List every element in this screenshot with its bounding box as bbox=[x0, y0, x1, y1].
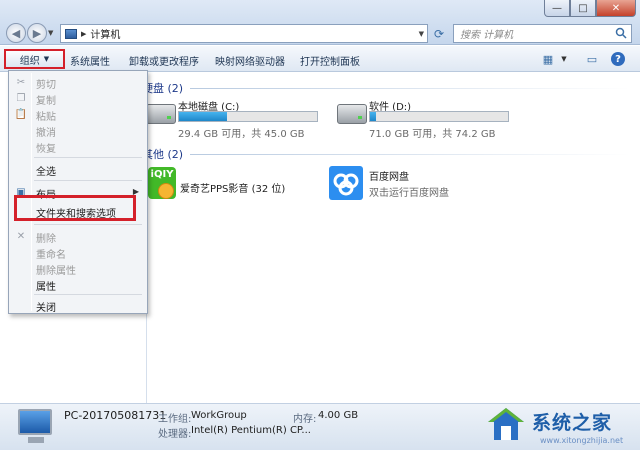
menu-item-remove-properties[interactable]: 删除属性 bbox=[11, 260, 145, 277]
menu-item-undo[interactable]: 撤消 bbox=[11, 122, 145, 139]
minimize-button[interactable]: — bbox=[544, 0, 570, 17]
menu-separator bbox=[34, 294, 142, 295]
menu-item-close[interactable]: 关闭 bbox=[11, 297, 145, 314]
forward-button[interactable]: ▶ bbox=[27, 23, 47, 43]
menu-separator bbox=[34, 224, 142, 225]
menu-item-properties[interactable]: 属性 bbox=[11, 276, 145, 293]
hard-drive-icon bbox=[337, 104, 367, 124]
view-options-dropdown-icon[interactable]: ▼ bbox=[556, 51, 572, 67]
menu-item-cut-label: 剪切 bbox=[36, 80, 56, 91]
group-header-other[interactable]: 其他 (2) bbox=[142, 146, 183, 162]
drive-d[interactable]: 软件 (D:) 71.0 GB 可用，共 74.2 GB bbox=[337, 98, 517, 140]
menu-item-copy[interactable]: ❐ 复制 bbox=[11, 90, 145, 108]
menu-item-paste[interactable]: 📋 粘贴 bbox=[11, 106, 145, 124]
menu-item-redo-label: 恢复 bbox=[36, 144, 56, 155]
paste-icon: 📋 bbox=[14, 108, 28, 120]
maximize-button[interactable]: □ bbox=[570, 0, 596, 17]
navigation-buttons: ◀ ▶ ▼ bbox=[6, 23, 58, 43]
cpu-value: Intel(R) Pentium(R) CP... bbox=[191, 425, 311, 436]
app-iqiyi-name[interactable]: 爱奇艺PPS影音 (32 位) bbox=[180, 180, 285, 195]
back-arrow-icon: ◀ bbox=[11, 26, 21, 40]
map-network-drive-button[interactable]: 映射网络驱动器 bbox=[215, 53, 285, 68]
menu-item-undo-label: 撤消 bbox=[36, 128, 56, 139]
copy-icon: ❐ bbox=[16, 92, 26, 104]
chevron-down-icon: ▼ bbox=[43, 55, 50, 63]
system-properties-button[interactable]: 系统属性 bbox=[70, 53, 110, 68]
breadcrumb-arrow-icon[interactable]: ▶ bbox=[81, 30, 86, 38]
drive-d-usage-fill bbox=[370, 112, 376, 121]
menu-item-rename[interactable]: 重命名 bbox=[11, 244, 145, 261]
folder-options-highlight bbox=[14, 195, 136, 221]
search-icon[interactable] bbox=[615, 27, 627, 39]
help-icon[interactable]: ? bbox=[610, 51, 626, 67]
menu-item-remove-properties-label: 删除属性 bbox=[36, 266, 76, 277]
menu-item-cut[interactable]: ✂ 剪切 bbox=[11, 74, 145, 92]
menu-item-delete[interactable]: ✕ 删除 bbox=[11, 228, 145, 246]
pc-name: PC-201705081731 bbox=[64, 409, 167, 422]
workgroup-label: 工作组: bbox=[158, 414, 192, 425]
drive-c-usage-bar bbox=[178, 111, 318, 122]
watermark-url: www.xitongzhijia.net bbox=[540, 436, 624, 445]
drive-c-info: 29.4 GB 可用，共 45.0 GB bbox=[178, 129, 305, 140]
close-button[interactable]: ✕ bbox=[596, 0, 636, 17]
delete-x-icon: ✕ bbox=[16, 230, 26, 242]
iqiyi-mascot-icon bbox=[158, 183, 174, 199]
menu-item-redo[interactable]: 恢复 bbox=[11, 138, 145, 155]
menu-item-delete-label: 删除 bbox=[36, 234, 56, 245]
scissors-icon: ✂ bbox=[16, 76, 26, 88]
drive-d-info: 71.0 GB 可用，共 74.2 GB bbox=[369, 129, 496, 140]
uninstall-program-button[interactable]: 卸载或更改程序 bbox=[129, 53, 199, 68]
search-input[interactable]: 搜索 计算机 bbox=[453, 24, 632, 43]
breadcrumb-computer[interactable]: 计算机 bbox=[90, 26, 120, 41]
drive-c[interactable]: 本地磁盘 (C:) 29.4 GB 可用，共 45.0 GB bbox=[146, 98, 326, 140]
memory-value: 4.00 GB bbox=[318, 410, 359, 421]
address-bar[interactable]: ▶ 计算机 ▼ bbox=[60, 24, 428, 43]
menu-item-rename-label: 重命名 bbox=[36, 250, 66, 261]
app-baidu-subtitle: 双击运行百度网盘 bbox=[369, 188, 449, 199]
workgroup-value: WorkGroup bbox=[191, 410, 247, 421]
menu-item-close-label: 关闭 bbox=[36, 303, 56, 314]
view-options-icon[interactable]: ▦ bbox=[540, 51, 556, 67]
address-dropdown-icon[interactable]: ▼ bbox=[419, 30, 424, 38]
baidu-netdisk-icon[interactable] bbox=[329, 166, 363, 200]
cpu-label: 处理器: bbox=[158, 429, 192, 440]
hard-drive-icon bbox=[146, 104, 176, 124]
command-bar: 组织 ▼ 系统属性 卸载或更改程序 映射网络驱动器 打开控制面板 ▦ ▼ ▭ ? bbox=[0, 46, 640, 72]
search-placeholder: 搜索 计算机 bbox=[460, 30, 514, 41]
menu-item-copy-label: 复制 bbox=[36, 96, 56, 107]
menu-item-properties-label: 属性 bbox=[36, 282, 56, 293]
recent-pages-dropdown[interactable]: ▼ bbox=[48, 23, 58, 43]
group-divider bbox=[190, 88, 630, 89]
forward-arrow-icon: ▶ bbox=[32, 26, 42, 40]
app-baidu-name[interactable]: 百度网盘 bbox=[369, 168, 409, 183]
computer-icon bbox=[18, 409, 52, 435]
preview-pane-icon[interactable]: ▭ bbox=[584, 51, 600, 67]
computer-stand bbox=[28, 437, 44, 443]
drive-c-usage-fill bbox=[179, 112, 228, 121]
watermark: 系统之家 www.xitongzhijia.net bbox=[470, 400, 640, 450]
menu-separator bbox=[34, 180, 142, 181]
organize-button[interactable]: 组织 ▼ bbox=[4, 49, 65, 69]
menu-item-select-all-label: 全选 bbox=[36, 167, 56, 178]
group-header-hard-disks[interactable]: 硬盘 (2) bbox=[142, 80, 183, 96]
menu-item-paste-label: 粘贴 bbox=[36, 112, 56, 123]
back-button[interactable]: ◀ bbox=[6, 23, 26, 43]
refresh-icon[interactable]: ⟳ bbox=[430, 25, 448, 42]
house-logo-icon bbox=[488, 408, 524, 440]
memory-label: 内存: bbox=[293, 414, 317, 425]
open-control-panel-button[interactable]: 打开控制面板 bbox=[300, 53, 360, 68]
watermark-text: 系统之家 bbox=[532, 412, 613, 434]
computer-icon bbox=[65, 28, 77, 39]
organize-menu: ✂ 剪切 ❐ 复制 📋 粘贴 撤消 恢复 全选 ▣ 布局 ▶ 文件夹和搜索选项 … bbox=[8, 70, 148, 314]
chevron-down-icon: ▼ bbox=[48, 29, 54, 37]
title-bar: — □ ✕ ◀ ▶ ▼ ▶ 计算机 ▼ ⟳ 搜索 计算机 bbox=[0, 0, 640, 45]
drive-d-usage-bar bbox=[369, 111, 509, 122]
group-divider bbox=[190, 154, 630, 155]
window-controls: — □ ✕ bbox=[544, 0, 636, 17]
menu-separator bbox=[34, 157, 142, 158]
menu-item-select-all[interactable]: 全选 bbox=[11, 161, 145, 178]
organize-label: 组织 bbox=[19, 55, 40, 67]
